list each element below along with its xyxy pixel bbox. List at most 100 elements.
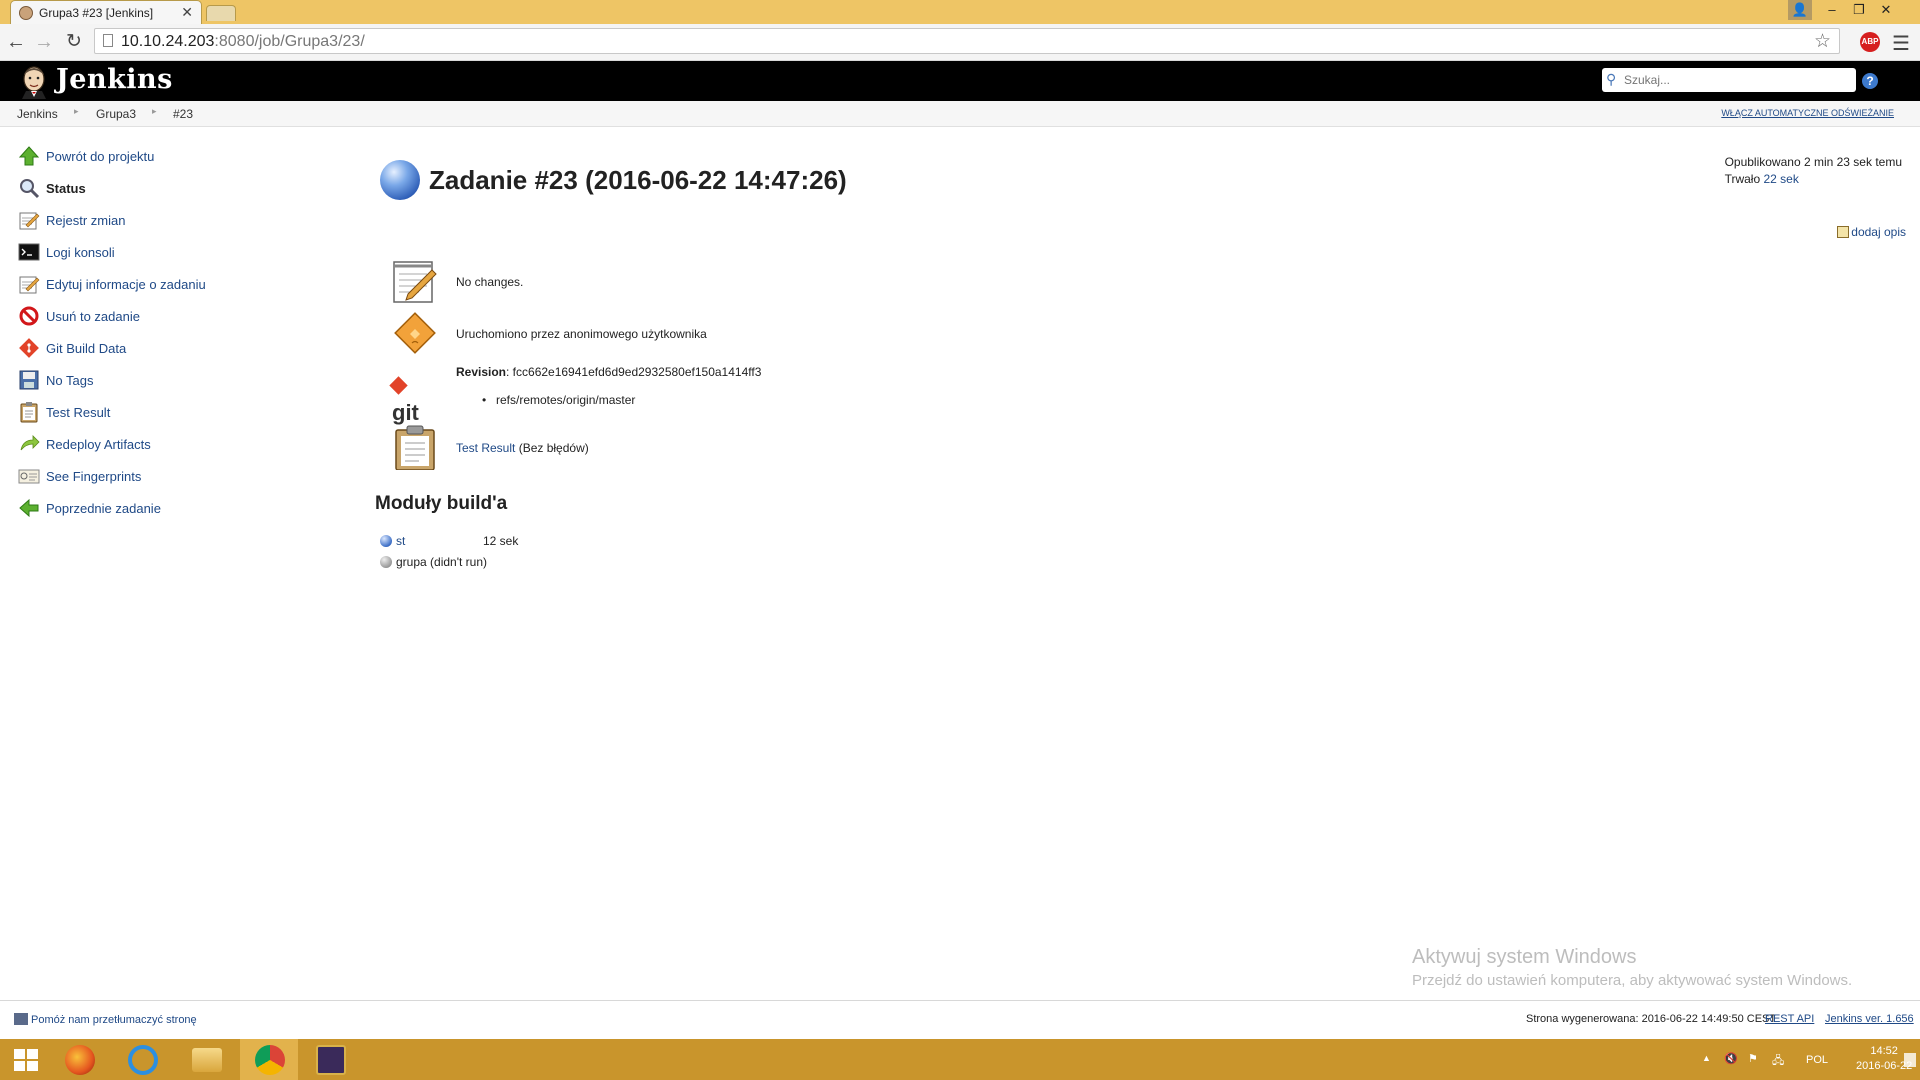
duration-line: Trwało 22 sek — [1725, 171, 1902, 188]
left-arrow-icon — [19, 498, 39, 518]
user-profile-icon[interactable]: 👤 — [1788, 0, 1812, 20]
task-label[interactable]: Status — [46, 181, 86, 196]
windows-activation-title: Aktywuj system Windows — [1412, 946, 1637, 968]
task-console[interactable]: Logi konsoli — [14, 238, 274, 270]
add-description-link[interactable]: dodaj opis — [1851, 225, 1906, 239]
browser-tab-bar: Grupa3 #23 [Jenkins] ✕ 👤 – ❐ ✕ — [0, 0, 1920, 24]
taskbar-firefox[interactable] — [50, 1039, 108, 1080]
no-entry-icon — [19, 306, 39, 326]
address-bar[interactable]: 10.10.24.203:8080/job/Grupa3/23/ ☆ — [94, 28, 1840, 54]
search-input[interactable] — [1622, 70, 1852, 90]
enable-autorefresh-link[interactable]: WŁĄCZ AUTOMATYCZNE ODŚWIEŻANIE — [1721, 108, 1894, 118]
reload-icon[interactable]: ↻ — [62, 30, 86, 54]
task-label[interactable]: Rejestr zmian — [46, 213, 125, 228]
blue-ball-icon — [380, 535, 392, 547]
task-previous-build[interactable]: Poprzednie zadanie — [14, 494, 274, 526]
test-result-line: Test Result (Bez błędów) — [456, 441, 589, 455]
eclipse-ide-icon — [316, 1045, 346, 1075]
volume-icon[interactable]: 🖧 — [1772, 1052, 1786, 1067]
bookmark-star-icon[interactable]: ☆ — [1814, 30, 1831, 53]
up-arrow-icon — [18, 146, 40, 166]
page-icon — [103, 34, 113, 47]
notifications-icon[interactable] — [1904, 1053, 1916, 1067]
jenkins-brand[interactable]: Jenkins — [56, 64, 173, 95]
jenkins-butler-logo-icon[interactable] — [16, 63, 52, 99]
notepad-icon — [19, 276, 40, 294]
close-tab-icon[interactable]: ✕ — [181, 4, 193, 21]
translate-icon — [14, 1013, 28, 1025]
taskbar-ide[interactable] — [301, 1039, 359, 1080]
jenkins-favicon-icon — [19, 6, 33, 20]
task-changes[interactable]: Rejestr zmian — [14, 206, 274, 238]
breadcrumb: Jenkins ▸ Grupa3 ▸ #23 WŁĄCZ AUTOMATYCZN… — [0, 101, 1920, 127]
notepad-icon — [19, 212, 40, 230]
task-delete-build[interactable]: Usuń to zadanie — [14, 302, 274, 334]
minimize-icon[interactable]: – — [1818, 0, 1846, 20]
adblock-icon[interactable]: ABP — [1860, 32, 1880, 52]
breadcrumb-grupa3[interactable]: Grupa3 — [96, 107, 136, 121]
task-label[interactable]: Redeploy Artifacts — [46, 437, 151, 452]
changes-text: No changes. — [456, 275, 524, 289]
task-label[interactable]: Poprzednie zadanie — [46, 501, 161, 516]
task-label[interactable]: No Tags — [46, 373, 93, 388]
task-label[interactable]: Git Build Data — [46, 341, 126, 356]
task-git-build-data[interactable]: Git Build Data — [14, 334, 274, 366]
fingerprint-icon — [18, 469, 40, 484]
branch-item: refs/remotes/origin/master — [482, 393, 635, 407]
build-status-ball-icon — [380, 160, 420, 200]
task-back-to-project[interactable]: Powrót do projektu — [14, 142, 274, 174]
task-redeploy-artifacts[interactable]: Redeploy Artifacts — [14, 430, 274, 462]
browser-menu-icon[interactable]: ☰ — [1892, 31, 1910, 56]
edit-note-icon — [1837, 226, 1850, 238]
task-test-result[interactable]: Test Result — [14, 398, 274, 430]
breadcrumb-separator-icon: ▸ — [152, 106, 157, 116]
jenkins-version-link[interactable]: Jenkins ver. 1.656 — [1825, 1013, 1914, 1025]
taskbar-chrome[interactable] — [240, 1039, 298, 1080]
url-host: 10.10.24.203 — [121, 33, 215, 50]
breadcrumb-jenkins[interactable]: Jenkins — [17, 107, 58, 121]
network-icon[interactable]: ⚑ — [1748, 1052, 1762, 1066]
taskbar-internet-explorer[interactable] — [113, 1039, 171, 1080]
duration-label: Trwało — [1724, 172, 1761, 186]
side-panel: Powrót do projektu Status Rejestr zmian … — [14, 142, 274, 526]
task-label[interactable]: Powrót do projektu — [46, 149, 154, 164]
user-cause-icon — [394, 312, 436, 354]
task-label[interactable]: Edytuj informacje o zadaniu — [46, 277, 206, 292]
module-name: grupa (didn't run) — [396, 555, 488, 569]
task-no-tags[interactable]: No Tags — [14, 366, 274, 398]
task-see-fingerprints[interactable]: See Fingerprints — [14, 462, 274, 494]
page-title: Zadanie #23 (2016-06-22 14:47:26) — [429, 165, 847, 195]
task-label[interactable]: Test Result — [46, 405, 110, 420]
duration-link[interactable]: 22 sek — [1763, 172, 1798, 186]
add-description[interactable]: dodaj opis — [1837, 225, 1906, 239]
window-close-icon[interactable]: ✕ — [1872, 0, 1900, 20]
back-icon[interactable]: ← — [4, 30, 28, 54]
git-icon — [19, 338, 39, 358]
task-label[interactable]: See Fingerprints — [46, 469, 141, 484]
maximize-icon[interactable]: ❐ — [1845, 0, 1873, 20]
task-edit-build-info[interactable]: Edytuj informacje o zadaniu — [14, 270, 274, 302]
translate-link[interactable]: Pomóż nam przetłumaczyć stronę — [31, 1014, 197, 1026]
url-path: :8080/job/Grupa3/23/ — [214, 33, 365, 50]
test-result-link[interactable]: Test Result — [456, 441, 515, 455]
security-icon[interactable]: 🔇 — [1724, 1052, 1738, 1066]
grey-ball-icon — [380, 556, 392, 568]
notepad-icon — [393, 261, 437, 303]
tray-expand-icon[interactable]: ▲ — [1702, 1053, 1711, 1063]
task-status[interactable]: Status — [14, 174, 274, 206]
chrome-icon — [255, 1045, 285, 1075]
new-tab-button[interactable] — [206, 5, 236, 21]
task-label[interactable]: Logi konsoli — [46, 245, 115, 260]
translate-help[interactable]: Pomóż nam przetłumaczyć stronę — [14, 1013, 197, 1026]
breadcrumb-build[interactable]: #23 — [173, 107, 193, 121]
browser-tab-active[interactable]: Grupa3 #23 [Jenkins] ✕ — [10, 0, 202, 24]
input-language[interactable]: POL — [1806, 1054, 1828, 1066]
task-label[interactable]: Usuń to zadanie — [46, 309, 140, 324]
forward-icon[interactable]: → — [32, 30, 56, 54]
taskbar-file-explorer[interactable] — [177, 1039, 235, 1080]
module-link[interactable]: st — [396, 534, 405, 548]
rest-api-link[interactable]: REST API — [1765, 1013, 1814, 1025]
search-box[interactable]: ⚲ — [1602, 68, 1856, 92]
breadcrumb-separator-icon: ▸ — [74, 106, 79, 116]
help-icon[interactable]: ? — [1862, 73, 1878, 89]
